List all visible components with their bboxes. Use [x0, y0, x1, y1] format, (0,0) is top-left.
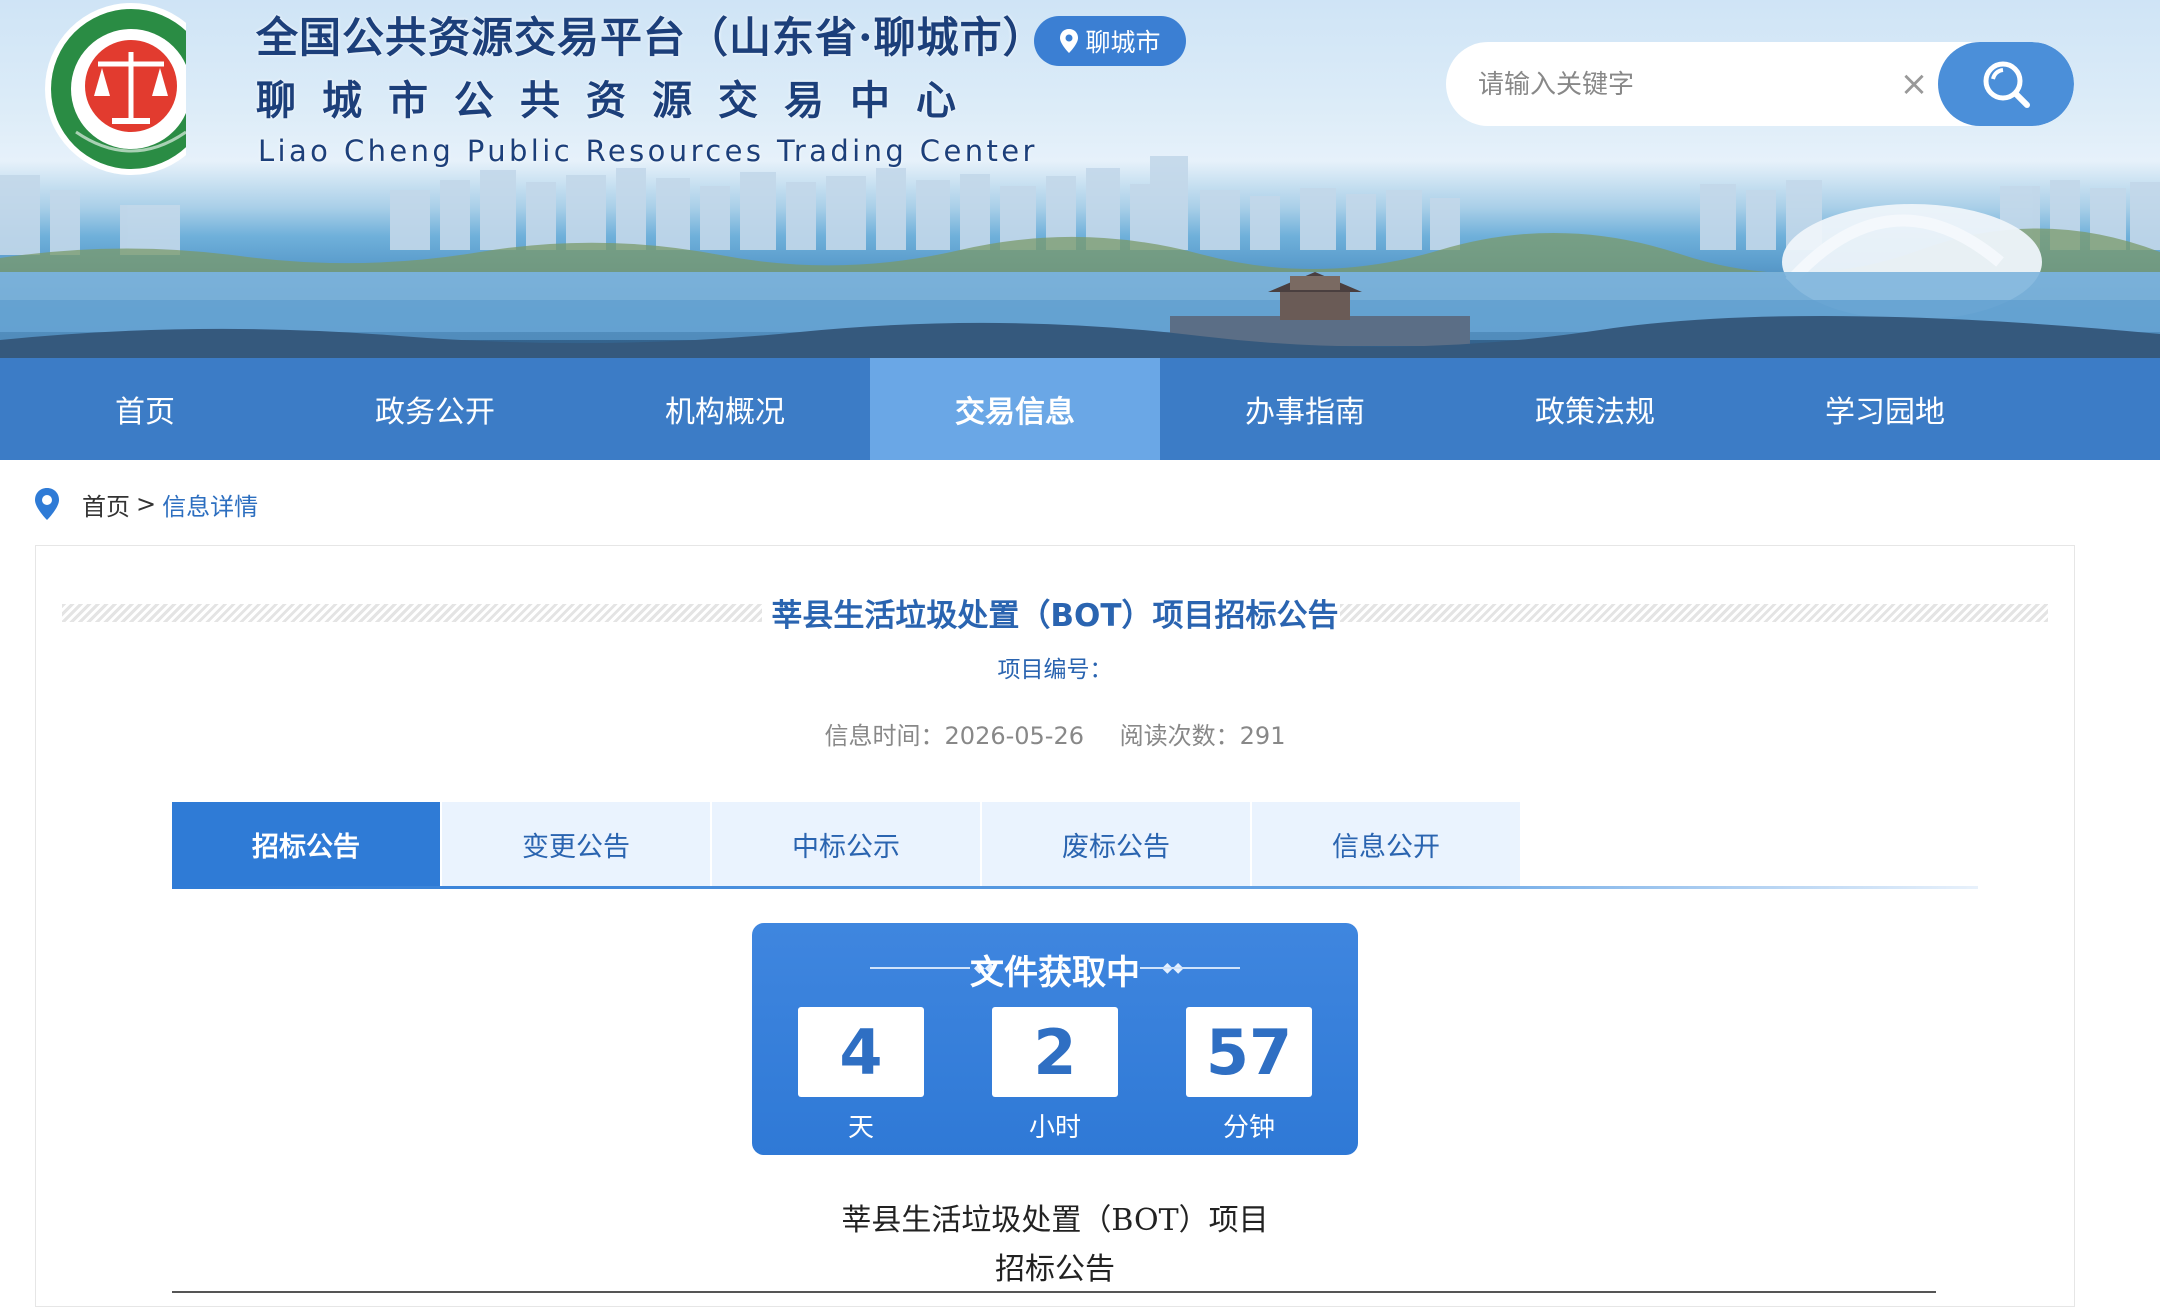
countdown-decoration-right	[1140, 967, 1240, 969]
breadcrumb-separator: >	[136, 490, 157, 518]
search-button[interactable]	[1938, 42, 2074, 126]
location-pin-icon	[35, 488, 59, 520]
countdown-days: 4	[798, 1007, 924, 1097]
tab-tender-notice[interactable]: 招标公告	[172, 802, 440, 886]
tabs-underline	[172, 886, 1978, 889]
center-logo	[45, 3, 186, 175]
tab-cancellation-notice[interactable]: 废标公告	[982, 802, 1250, 886]
nav-item-policies[interactable]: 政策法规	[1450, 358, 1740, 460]
article-header: 莘县生活垃圾处置（BOT）项目招标公告	[62, 590, 2048, 634]
city-name: 聊城市	[1085, 28, 1161, 57]
nav-item-trading-info[interactable]: 交易信息	[870, 358, 1160, 460]
article-title: 莘县生活垃圾处置（BOT）项目招标公告	[771, 598, 1339, 634]
article-meta: 信息时间：2026-05-26 阅读次数：291	[36, 716, 2074, 751]
content-panel: 莘县生活垃圾处置（BOT）项目招标公告 项目编号： 信息时间：2026-05-2…	[35, 545, 2075, 1307]
breadcrumb: 首页 > 信息详情	[34, 486, 258, 522]
info-time: 信息时间：2026-05-26	[824, 722, 1085, 750]
read-count: 阅读次数：291	[1119, 722, 1286, 750]
site-title-english: Liao Cheng Public Resources Trading Cent…	[258, 134, 1038, 168]
main-nav: 首页 政务公开 机构概况 交易信息 办事指南 政策法规 学习园地	[0, 358, 2160, 460]
body-heading-line1: 莘县生活垃圾处置（BOT）项目	[841, 1203, 1269, 1238]
project-number: 项目编号：	[997, 657, 1113, 683]
clear-icon[interactable]: ×	[1894, 64, 1934, 104]
site-title-line1: 全国公共资源交易平台（山东省·聊城市）	[256, 13, 1046, 62]
location-pin-icon	[1060, 29, 1079, 53]
nav-item-home[interactable]: 首页	[0, 358, 290, 460]
search-input[interactable]	[1476, 42, 1900, 126]
nav-item-service-guide[interactable]: 办事指南	[1160, 358, 1450, 460]
countdown-title: 文件获取中	[970, 953, 1140, 993]
header-banner: 全国公共资源交易平台（山东省·聊城市） 聊城市公共资源交易中心 Liao Che…	[0, 0, 2160, 358]
countdown-hours-unit: 小时	[1028, 1113, 1081, 1143]
body-divider	[172, 1291, 1936, 1293]
breadcrumb-current[interactable]: 信息详情	[162, 487, 258, 522]
search-box: ×	[1446, 42, 2074, 126]
search-icon	[1983, 61, 2030, 108]
site-title-line2: 聊城市公共资源交易中心	[256, 77, 982, 124]
countdown-hours: 2	[992, 1007, 1118, 1097]
tab-award-publicity[interactable]: 中标公示	[712, 802, 980, 886]
nav-item-learning[interactable]: 学习园地	[1740, 358, 2030, 460]
city-switcher[interactable]: 聊城市	[1034, 16, 1186, 66]
countdown-minutes: 57	[1186, 1007, 1312, 1097]
countdown-minutes-unit: 分钟	[1222, 1113, 1275, 1143]
body-heading-line2: 招标公告	[995, 1252, 1115, 1287]
tab-info-disclosure[interactable]: 信息公开	[1252, 802, 1520, 886]
tab-change-notice[interactable]: 变更公告	[442, 802, 710, 886]
notice-tabs: 招标公告 变更公告 中标公示 废标公告 信息公开	[172, 802, 1522, 886]
countdown-card: ◆◆ 文件获取中 ◆◆ 4 天 2 小时 57 分钟	[752, 923, 1358, 1155]
nav-item-government-affairs[interactable]: 政务公开	[290, 358, 580, 460]
countdown-days-unit: 天	[847, 1113, 874, 1143]
breadcrumb-home-link[interactable]: 首页	[82, 487, 130, 522]
nav-item-organization[interactable]: 机构概况	[580, 358, 870, 460]
